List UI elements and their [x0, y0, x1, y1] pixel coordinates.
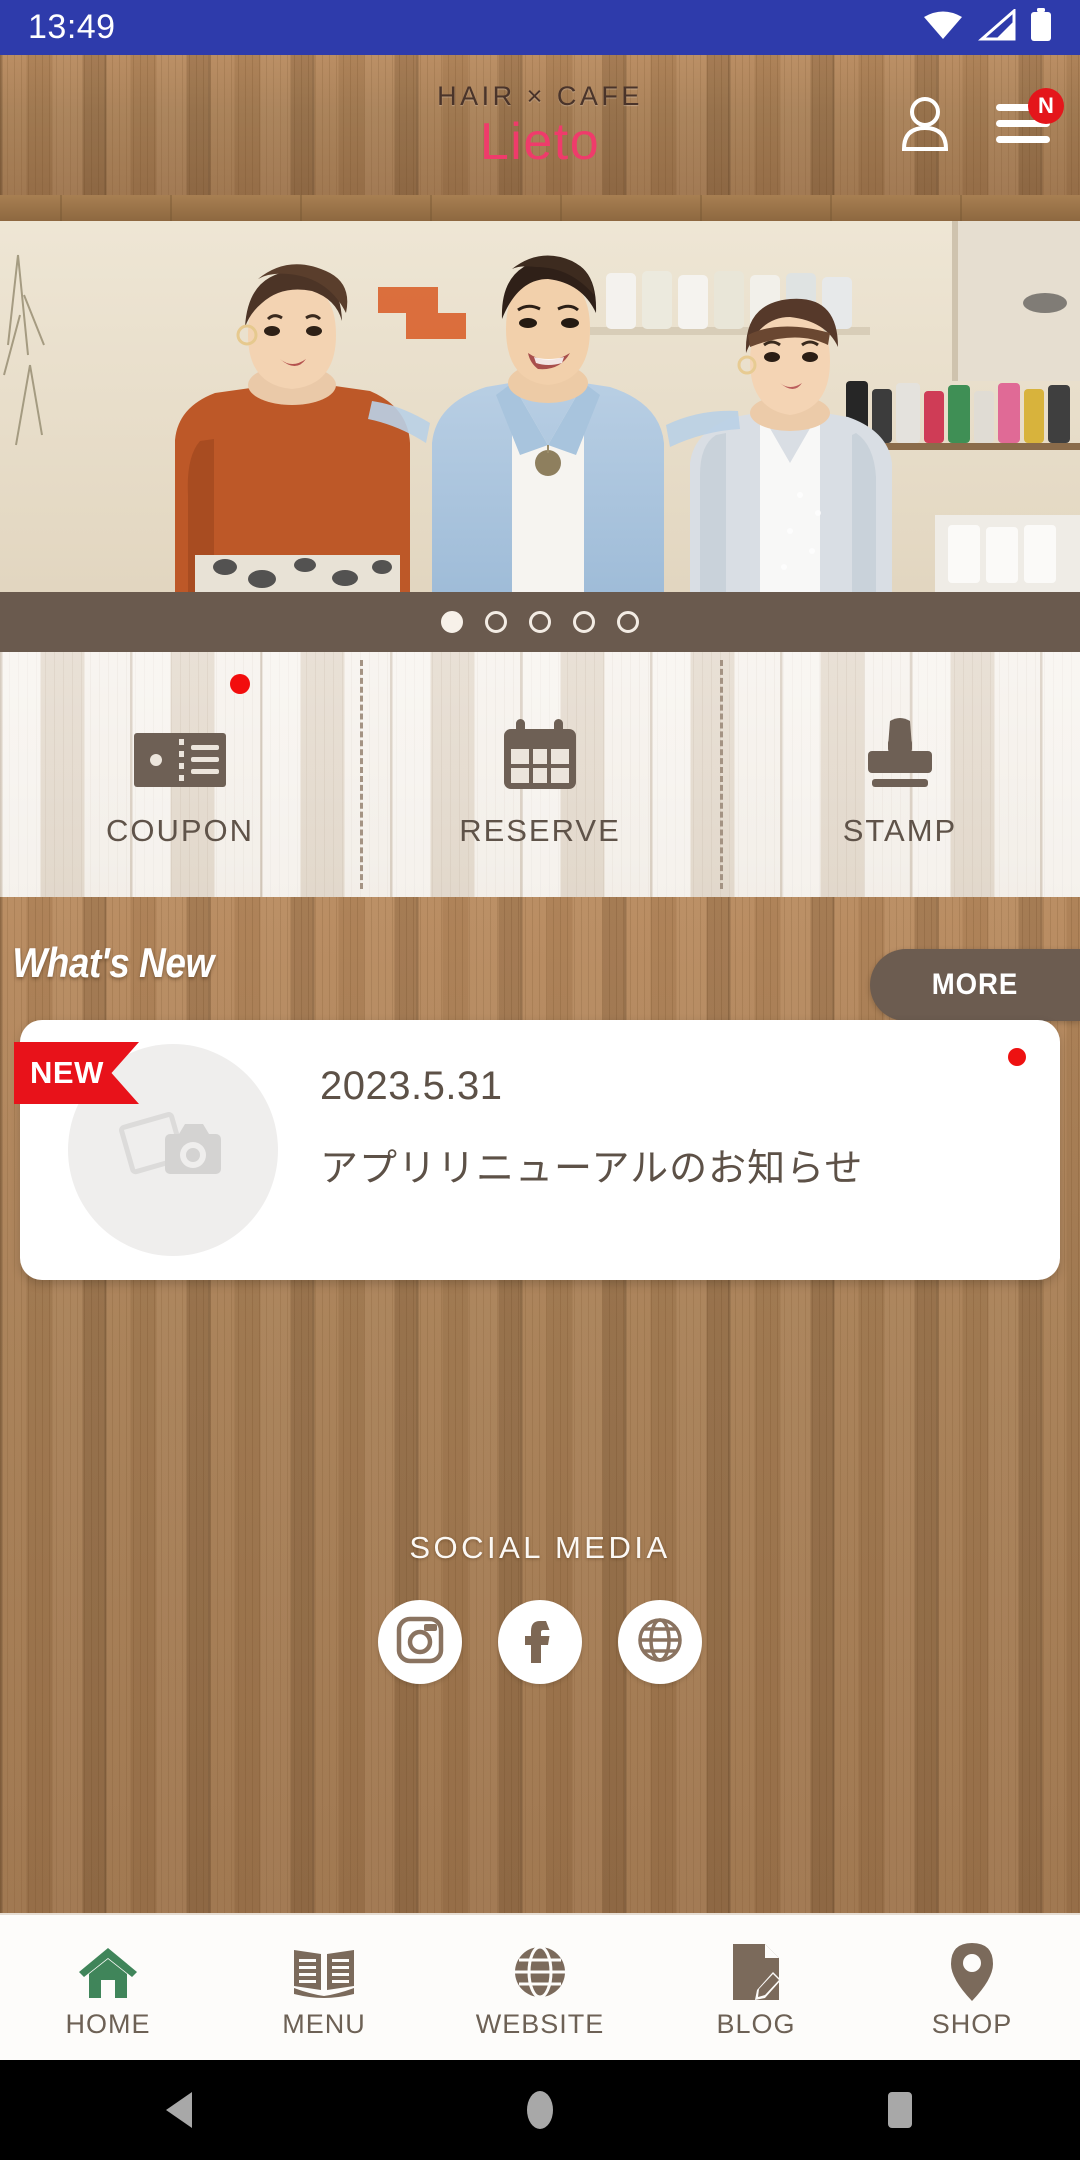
- carousel-dot-5[interactable]: [617, 611, 639, 633]
- quick-action-stamp[interactable]: STAMP: [720, 652, 1080, 897]
- quick-actions-bar: COUPON RESERVE STAMP: [0, 652, 1080, 897]
- carousel-indicator: [0, 592, 1080, 652]
- header-actions: N: [894, 88, 1064, 156]
- coupon-ticket-icon: [134, 717, 226, 791]
- android-navigation-bar: [0, 2060, 1080, 2160]
- social-media-links: [378, 1600, 702, 1684]
- quick-action-reserve[interactable]: RESERVE: [360, 652, 720, 897]
- news-headline: アプリリニューアルのお知らせ: [320, 1148, 864, 1190]
- more-label: MORE: [931, 968, 1019, 1001]
- menu-button[interactable]: N: [992, 88, 1064, 156]
- carousel-dot-1[interactable]: [441, 611, 463, 633]
- facebook-link[interactable]: [498, 1600, 582, 1684]
- whats-new-section: What's New MORE NEW 2023.5.31 アプリリニューアルの…: [0, 897, 1080, 1499]
- home-icon: [77, 1941, 139, 2003]
- quick-action-label: COUPON: [105, 812, 255, 848]
- globe-icon: [512, 1941, 568, 2003]
- news-unread-dot: [1008, 1048, 1026, 1066]
- calendar-icon: [502, 717, 578, 791]
- instagram-icon: [395, 1615, 445, 1670]
- section-title: What's New: [12, 939, 214, 986]
- social-media-title: SOCIAL MEDIA: [409, 1530, 671, 1565]
- nav-label: BLOG: [716, 2009, 796, 2039]
- instagram-link[interactable]: [378, 1600, 462, 1684]
- stamp-icon: [862, 717, 938, 791]
- app-root: HAIR × CAFE Lieto N COUPON RESERVE STAMP…: [0, 0, 1080, 2160]
- photo-camera-placeholder-icon: [119, 1106, 227, 1195]
- nav-item-shop[interactable]: SHOP: [864, 1915, 1080, 2060]
- hero-carousel-image[interactable]: [0, 195, 1080, 592]
- account-button[interactable]: [894, 94, 956, 156]
- nav-label: SHOP: [931, 2009, 1013, 2039]
- map-pin-icon: [948, 1941, 996, 2003]
- app-header: HAIR × CAFE Lieto N: [0, 55, 1080, 195]
- quick-action-coupon[interactable]: COUPON: [0, 652, 360, 897]
- facebook-icon: [515, 1615, 565, 1670]
- social-media-section: SOCIAL MEDIA: [0, 1530, 1080, 1684]
- quick-action-label: STAMP: [842, 812, 958, 848]
- nav-item-blog[interactable]: BLOG: [648, 1915, 864, 2060]
- new-badge-label: NEW: [30, 1055, 104, 1090]
- news-content: 2023.5.31 アプリリニューアルのお知らせ: [320, 1064, 980, 1192]
- wifi-icon: [922, 9, 964, 46]
- nav-label: MENU: [282, 2009, 366, 2039]
- android-back-button[interactable]: [0, 2090, 360, 2130]
- coupon-notification-dot: [230, 674, 251, 694]
- android-recents-button[interactable]: [720, 2089, 1080, 2131]
- news-date: 2023.5.31: [320, 1064, 503, 1108]
- nav-item-website[interactable]: WEBSITE: [432, 1915, 648, 2060]
- logo-name: Lieto: [479, 112, 601, 171]
- carousel-dot-3[interactable]: [529, 611, 551, 633]
- android-home-button[interactable]: [360, 2089, 720, 2131]
- carousel-dot-2[interactable]: [485, 611, 507, 633]
- nav-item-menu[interactable]: MENU: [216, 1915, 432, 2060]
- person-icon: [897, 94, 953, 157]
- signal-icon: [978, 7, 1016, 46]
- whats-new-more-button[interactable]: MORE: [870, 949, 1080, 1021]
- battery-icon: [1030, 8, 1052, 47]
- menu-notification-badge: N: [1028, 88, 1064, 124]
- carousel-dot-4[interactable]: [573, 611, 595, 633]
- nav-label: WEBSITE: [475, 2009, 605, 2039]
- status-time: 13:49: [28, 8, 116, 46]
- logo-tagline: HAIR × CAFE: [437, 80, 643, 111]
- status-icons: [922, 7, 1052, 47]
- document-pencil-icon: [729, 1941, 783, 2003]
- book-icon: [292, 1941, 356, 2003]
- nav-label: HOME: [65, 2009, 151, 2039]
- whats-new-header: What's New MORE: [0, 929, 1080, 1021]
- news-list-item[interactable]: NEW 2023.5.31 アプリリニューアルのお知らせ: [14, 1020, 1060, 1280]
- nav-item-home[interactable]: HOME: [0, 1915, 216, 2060]
- bottom-navigation: HOME MENU WEBSITE BLOG SHOP: [0, 1913, 1080, 2060]
- website-globe-icon: [635, 1615, 685, 1670]
- website-link[interactable]: [618, 1600, 702, 1684]
- quick-action-label: RESERVE: [459, 812, 621, 848]
- status-bar: 13:49: [0, 0, 1080, 55]
- app-logo: HAIR × CAFE Lieto: [437, 80, 643, 171]
